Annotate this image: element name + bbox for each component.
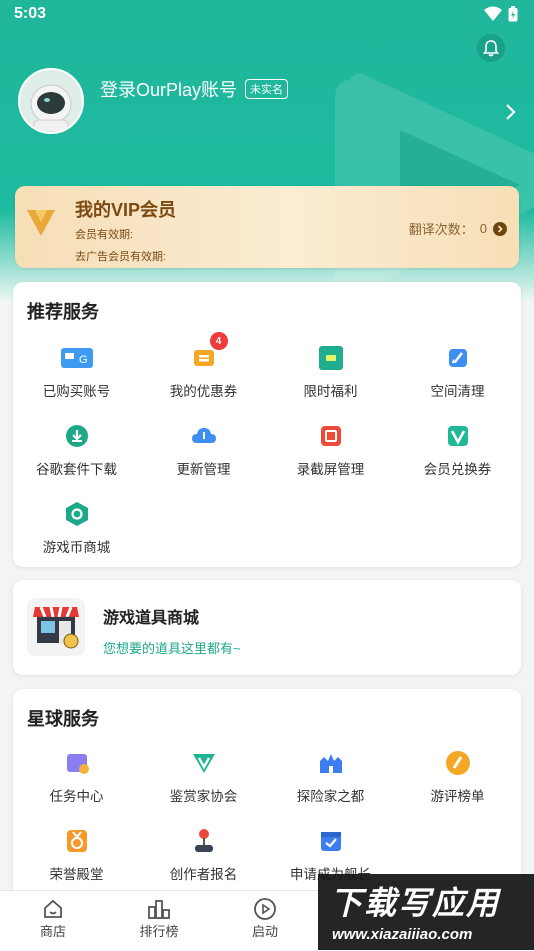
notification-bell-button[interactable]: [477, 34, 505, 62]
astronaut-icon: [20, 70, 82, 132]
rankings-icon: [148, 900, 170, 919]
planet-explorer-city[interactable]: 探险家之都: [267, 745, 394, 805]
recommended-title: 推荐服务: [27, 302, 99, 322]
coupon-icon: [193, 350, 214, 366]
service-label: 限时福利: [303, 384, 358, 399]
shop-subtitle: 您想要的道具这里都有~: [103, 641, 241, 656]
tab-launch[interactable]: 启动: [212, 897, 318, 940]
coin-icon: [65, 502, 88, 526]
vip-validity: 会员有效期:: [75, 229, 134, 241]
translate-label: 翻译次数：: [408, 222, 474, 237]
service-label: 任务中心: [49, 789, 104, 804]
battery-icon: [508, 6, 518, 22]
record-icon: [320, 426, 341, 446]
coupon-count-badge: 4: [209, 332, 228, 350]
planet-hall-of-honor[interactable]: 荣誉殿堂: [13, 823, 140, 883]
review-icon: [445, 751, 470, 775]
task-icon: [66, 754, 89, 774]
service-label: 我的优惠券: [169, 384, 238, 399]
tab-rankings[interactable]: 排行榜: [106, 897, 212, 940]
vip-card[interactable]: 我的VIP会员 会员有效期: 去广告会员有效期: 翻译次数： 0: [15, 186, 519, 268]
planet-services-card: 星球服务 任务中心 鉴赏家协会 探险家之都 游评榜单 荣誉殿堂 创作者报名 申请…: [13, 689, 521, 899]
recommended-services-card: 推荐服务 G 已购买账号 4 我的优惠券 限时福利 空间清理 谷歌套件下载 更新…: [13, 282, 521, 567]
login-text[interactable]: 登录OurPlay账号: [100, 76, 237, 102]
shop-title: 游戏道具商城: [103, 610, 200, 627]
service-label: 空间清理: [430, 384, 485, 399]
service-label: 谷歌套件下载: [36, 462, 117, 477]
service-space-cleanup[interactable]: 空间清理: [394, 340, 521, 400]
status-time: 5:03: [14, 5, 47, 22]
service-purchased-accounts[interactable]: G 已购买账号: [13, 340, 140, 400]
planet-connoisseur-society[interactable]: 鉴赏家协会: [140, 745, 267, 805]
account-icon: G: [60, 348, 93, 368]
watermark-main: 下载写应用: [330, 885, 501, 921]
vip-logo-icon: [27, 210, 55, 236]
medal-icon: [66, 830, 87, 852]
tab-label: 启动: [251, 924, 278, 939]
item-shop-card[interactable]: 游戏道具商城 您想要的道具这里都有~: [13, 580, 521, 675]
vip-title: 我的VIP会员: [75, 200, 177, 220]
shop-icon: [27, 598, 85, 656]
cloud-icon: [191, 428, 216, 443]
bell-icon: [482, 40, 500, 57]
service-label: 鉴赏家协会: [169, 789, 238, 804]
tab-label: 排行榜: [139, 924, 179, 939]
watermark-url: www.xiazaiiiao.com: [332, 926, 473, 943]
ad-free-validity: 去广告会员有效期:: [75, 251, 167, 263]
castle-icon: [319, 754, 342, 773]
connoisseur-icon: [192, 754, 215, 773]
translate-count[interactable]: 翻译次数： 0: [409, 219, 507, 238]
broom-icon: [448, 349, 467, 367]
service-label: 荣誉殿堂: [49, 867, 104, 882]
arrow-circle-icon: [493, 221, 507, 236]
service-label: 探险家之都: [296, 789, 365, 804]
service-limited-welfare[interactable]: 限时福利: [267, 340, 394, 400]
download-icon: [65, 425, 88, 447]
planet-task-center[interactable]: 任务中心: [13, 745, 140, 805]
joystick-icon: [194, 829, 213, 852]
home-icon: [44, 899, 62, 918]
service-label: 录截屏管理: [296, 462, 365, 477]
play-circle-icon: [254, 898, 276, 920]
welfare-icon: [318, 346, 343, 370]
status-bar: 5:03: [0, 0, 534, 28]
service-label: 已购买账号: [42, 384, 111, 399]
planet-review-rankings[interactable]: 游评榜单: [394, 745, 521, 805]
vip-voucher-icon: [447, 426, 468, 446]
service-my-coupons[interactable]: 4 我的优惠券: [140, 332, 267, 400]
service-coin-mall[interactable]: 游戏币商城: [13, 496, 140, 556]
svg-text:G: G: [79, 354, 88, 366]
login-entry[interactable]: 登录OurPlay账号 未实名: [100, 76, 289, 102]
tab-label: 商店: [39, 924, 66, 939]
planet-creator-signup[interactable]: 创作者报名: [140, 823, 267, 883]
service-google-suite[interactable]: 谷歌套件下载: [13, 418, 140, 478]
service-vip-voucher[interactable]: 会员兑换券: [394, 418, 521, 478]
service-update-manager[interactable]: 更新管理: [140, 418, 267, 478]
tab-store[interactable]: 商店: [0, 897, 106, 940]
chevron-right-icon[interactable]: [504, 102, 518, 122]
planet-title: 星球服务: [27, 709, 99, 729]
service-label: 游戏币商城: [42, 540, 111, 555]
translate-value: 0: [479, 221, 487, 236]
realname-badge: 未实名: [245, 79, 289, 99]
service-recording-manager[interactable]: 录截屏管理: [267, 418, 394, 478]
wifi-icon: [484, 6, 502, 21]
site-watermark: 下载写应用 www.xiazaiiiao.com: [318, 874, 534, 950]
service-label: 更新管理: [176, 462, 231, 477]
service-label: 会员兑换券: [423, 462, 492, 477]
avatar[interactable]: [18, 68, 84, 134]
captain-icon: [320, 832, 341, 851]
service-label: 创作者报名: [169, 867, 238, 882]
service-label: 游评榜单: [430, 789, 485, 804]
